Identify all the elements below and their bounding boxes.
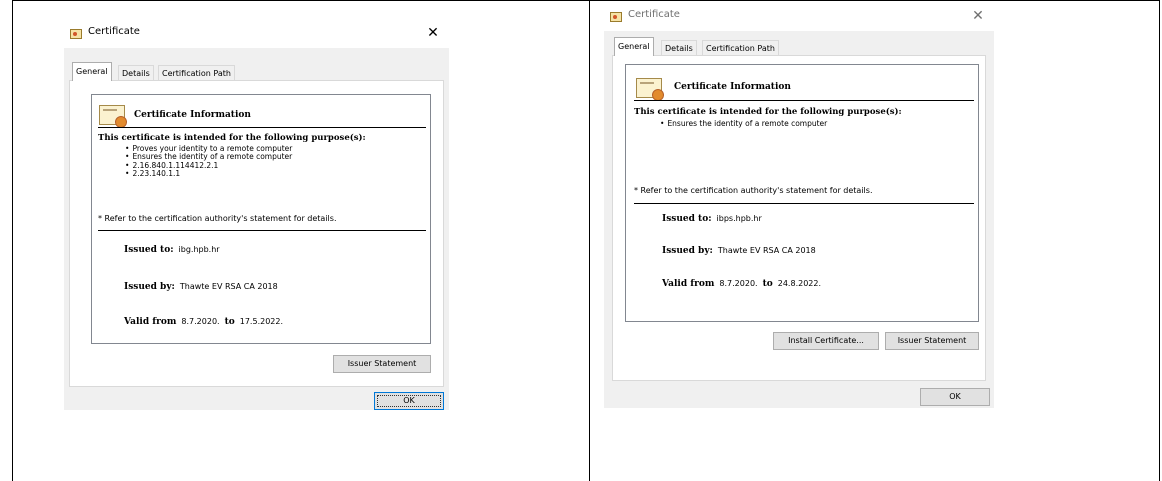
certificate-icon	[610, 12, 622, 22]
title-bar: Certificate ✕	[64, 20, 449, 48]
issuer-statement-button[interactable]: Issuer Statement	[885, 332, 979, 350]
tab-details[interactable]: Details	[118, 65, 154, 80]
close-button[interactable]: ✕	[968, 6, 988, 26]
dialog-title: Certificate	[88, 26, 140, 37]
valid-to-value: 17.5.2022.	[239, 317, 284, 326]
purpose-title: This certificate is intended for the fol…	[98, 133, 366, 143]
valid-to-label: to	[762, 279, 773, 289]
validity-row: Valid from 8.7.2020. to 24.8.2022.	[662, 279, 821, 289]
table-border-middle	[589, 0, 590, 481]
install-certificate-button[interactable]: Install Certificate...	[773, 332, 879, 350]
issued-to-value: ibps.hpb.hr	[716, 214, 762, 223]
general-tab-panel: Certificate Information This certificate…	[612, 55, 986, 381]
certificate-dialog-left: Certificate ✕ General Details Certificat…	[64, 20, 449, 410]
valid-from-label: Valid from	[662, 279, 715, 289]
divider	[98, 230, 426, 231]
tab-general[interactable]: General	[72, 62, 112, 81]
certificate-icon	[99, 105, 127, 128]
valid-to-label: to	[224, 317, 235, 327]
table-border-right	[1159, 0, 1160, 481]
table-border-top	[12, 0, 1160, 1]
issuer-statement-button[interactable]: Issuer Statement	[333, 355, 431, 373]
tab-certification-path[interactable]: Certification Path	[158, 65, 235, 80]
valid-from-value: 8.7.2020.	[719, 279, 758, 288]
certificate-icon	[70, 29, 82, 39]
purpose-title: This certificate is intended for the fol…	[634, 107, 902, 117]
issued-by-value: Thawte EV RSA CA 2018	[179, 282, 278, 291]
table-border-left	[12, 0, 13, 481]
issued-by-label: Issued by:	[124, 282, 175, 292]
ok-button[interactable]: OK	[920, 388, 990, 406]
valid-from-value: 8.7.2020.	[181, 317, 220, 326]
title-bar: Certificate ✕	[604, 3, 994, 31]
certificate-info-frame: Certificate Information This certificate…	[91, 94, 431, 344]
issued-to-value: ibg.hpb.hr	[178, 245, 220, 254]
valid-from-label: Valid from	[124, 317, 177, 327]
divider	[634, 100, 974, 101]
authority-note: * Refer to the certification authority's…	[98, 214, 337, 223]
purpose-list: Proves your identity to a remote compute…	[125, 144, 292, 178]
valid-to-value: 24.8.2022.	[777, 279, 822, 288]
list-item: Ensures the identity of a remote compute…	[660, 119, 827, 128]
authority-note: * Refer to the certification authority's…	[634, 186, 873, 195]
certificate-icon	[636, 78, 664, 101]
issued-by-label: Issued by:	[662, 246, 713, 256]
close-button[interactable]: ✕	[423, 23, 443, 43]
dialog-title: Certificate	[628, 9, 680, 20]
purpose-list: Ensures the identity of a remote compute…	[660, 119, 827, 128]
issued-by-value: Thawte EV RSA CA 2018	[717, 246, 816, 255]
certificate-info-heading: Certificate Information	[674, 82, 791, 92]
tab-general[interactable]: General	[614, 37, 654, 56]
validity-row: Valid from 8.7.2020. to 17.5.2022.	[124, 317, 283, 327]
issued-by-row: Issued by: Thawte EV RSA CA 2018	[124, 282, 278, 292]
tab-details[interactable]: Details	[661, 40, 697, 55]
ok-button[interactable]: OK	[374, 392, 444, 410]
general-tab-panel: Certificate Information This certificate…	[69, 80, 444, 387]
divider	[634, 203, 974, 204]
issued-to-label: Issued to:	[124, 245, 174, 255]
divider	[98, 127, 426, 128]
issued-to-label: Issued to:	[662, 214, 712, 224]
certificate-info-heading: Certificate Information	[134, 110, 251, 120]
issued-to-row: Issued to: ibg.hpb.hr	[124, 245, 220, 255]
issued-by-row: Issued by: Thawte EV RSA CA 2018	[662, 246, 816, 256]
certificate-info-frame: Certificate Information This certificate…	[625, 64, 979, 322]
issued-to-row: Issued to: ibps.hpb.hr	[662, 214, 762, 224]
list-item: 2.23.140.1.1	[125, 169, 292, 178]
certificate-dialog-right: Certificate ✕ General Details Certificat…	[604, 3, 994, 408]
tab-certification-path[interactable]: Certification Path	[702, 40, 779, 55]
